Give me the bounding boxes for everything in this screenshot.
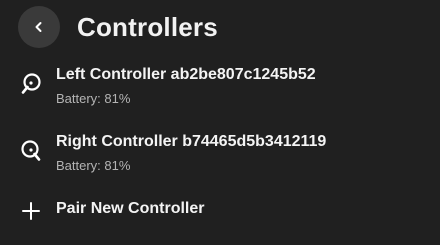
controller-name: Left Controller ab2be807c1245b52 — [56, 66, 316, 83]
controller-name: Right Controller b74465d5b3412119 — [56, 133, 327, 150]
plus-icon — [22, 202, 40, 220]
back-button[interactable] — [18, 6, 60, 48]
controller-icon — [21, 73, 41, 94]
battery-status: Battery: 81% — [56, 91, 131, 106]
chevron-left-icon — [35, 22, 42, 32]
pair-new-controller-label: Pair New Controller — [56, 200, 205, 217]
controller-item-left[interactable]: Left Controller ab2be807c1245b52 Battery… — [0, 66, 440, 110]
controller-item-right[interactable]: Right Controller b74465d5b3412119 Batter… — [0, 133, 440, 177]
battery-status: Battery: 81% — [56, 158, 131, 173]
pair-new-controller-button[interactable]: Pair New Controller — [0, 200, 440, 222]
controller-icon — [21, 140, 41, 161]
header: Controllers — [18, 6, 218, 48]
page-title: Controllers — [77, 11, 218, 42]
